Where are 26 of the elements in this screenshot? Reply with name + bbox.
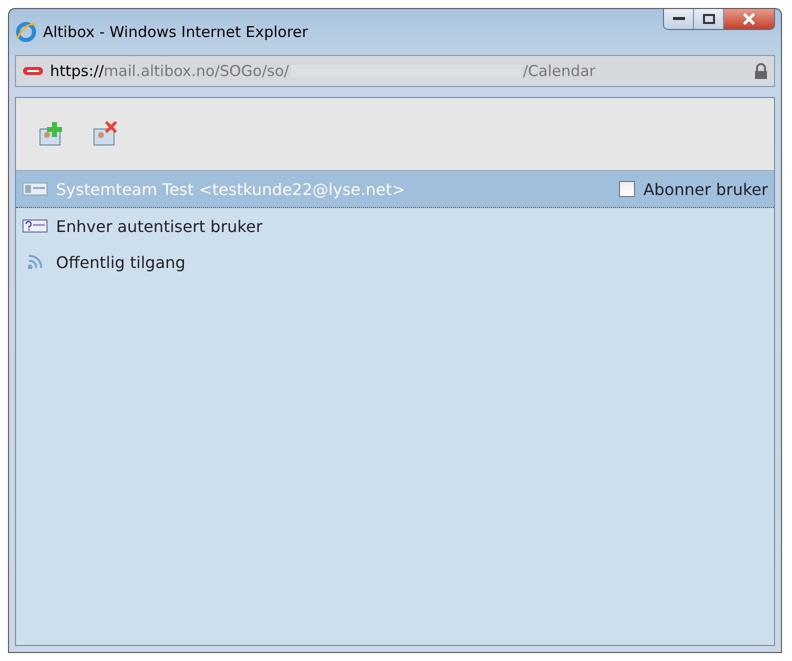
user-list-item[interactable]: Systemteam Test <testkunde22@lyse.net> Abonner bruker <box>16 171 774 208</box>
user-list-item[interactable]: Enhver autentisert bruker <box>16 208 774 244</box>
minimize-icon <box>672 17 684 21</box>
user-name: Systemteam Test <testkunde22@lyse.net> <box>56 180 406 198</box>
url-path: /SOGo/so/ <box>214 62 289 80</box>
url-scheme: https:// <box>50 62 104 80</box>
user-name: Offentlig tilgang <box>56 252 186 272</box>
maximize-icon <box>702 14 714 24</box>
close-icon <box>742 13 756 25</box>
window-title: Altibox - Windows Internet Explorer <box>43 23 310 41</box>
minimize-button[interactable] <box>664 9 694 29</box>
feed-icon <box>28 255 42 269</box>
subscribe-label: Abonner bruker <box>643 180 768 198</box>
close-button[interactable] <box>724 9 774 29</box>
site-badge-icon <box>22 66 44 76</box>
id-card-icon <box>22 218 48 234</box>
lock-icon <box>754 63 768 79</box>
url-host: mail.altibox.no <box>104 62 215 80</box>
maximize-button[interactable] <box>694 9 724 29</box>
id-card-icon <box>22 181 48 197</box>
url-path: /Calendar <box>522 62 596 80</box>
user-list-item[interactable]: Offentlig tilgang <box>16 244 774 280</box>
subscribe-checkbox[interactable] <box>619 181 636 197</box>
browser-logo-icon <box>15 21 37 43</box>
address-bar[interactable]: https://mail.altibox.no/SOGo/so/ /Calendar <box>15 55 775 87</box>
user-name: Enhver autentisert bruker <box>56 216 264 236</box>
